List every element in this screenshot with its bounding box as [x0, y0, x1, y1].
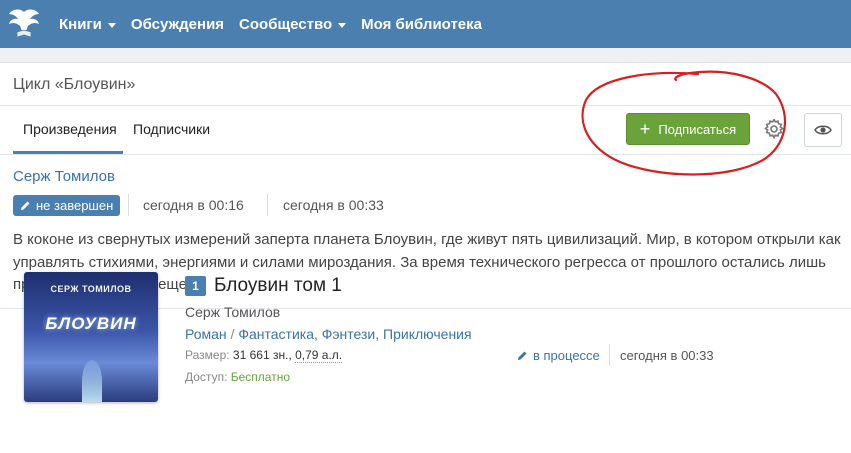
- top-navbar: Книги Обсуждения Сообщество Моя библиоте…: [0, 0, 851, 48]
- divider: [128, 194, 129, 216]
- genre-link[interactable]: Приключения: [383, 326, 472, 342]
- genre-separator: /: [226, 326, 239, 342]
- divider: [0, 105, 851, 106]
- site-logo-icon[interactable]: [4, 4, 44, 44]
- genre-link[interactable]: Фантастика: [238, 326, 314, 342]
- nav-community[interactable]: Сообщество: [239, 16, 347, 33]
- book-genres: Роман / Фантастика, Фэнтези, Приключения: [185, 326, 472, 342]
- cover-title-text: БЛОУВИН: [45, 314, 137, 333]
- created-date: сегодня в 00:16: [143, 197, 244, 213]
- chevron-down-icon: [338, 22, 347, 28]
- subscribe-button[interactable]: + Подписаться: [626, 113, 750, 145]
- eye-icon: [814, 125, 832, 135]
- chevron-down-icon: [107, 22, 116, 28]
- updated-date: сегодня в 00:33: [283, 197, 384, 213]
- page-title: Цикл «Блоувин»: [13, 76, 136, 93]
- divider: [267, 194, 268, 216]
- book-title-link[interactable]: Блоувин том 1: [214, 275, 342, 297]
- size-chars: 31 661 зн.: [232, 348, 289, 362]
- pencil-icon: [518, 351, 527, 360]
- pencil-icon: [21, 201, 30, 210]
- nav-discussions[interactable]: Обсуждения: [131, 16, 224, 33]
- volume-number-badge: 1: [185, 276, 206, 296]
- book-size: Размер: 31 661 зн., 0,79 а.л.: [185, 348, 343, 363]
- status-badge: не завершен: [13, 195, 121, 216]
- divider: [0, 154, 851, 155]
- genre-link[interactable]: Фэнтези: [322, 326, 376, 342]
- visibility-button[interactable]: [804, 113, 842, 147]
- plus-icon: +: [639, 119, 651, 139]
- divider: [609, 344, 610, 366]
- nav-books[interactable]: Книги: [59, 16, 116, 33]
- book-author[interactable]: Серж Томилов: [185, 304, 280, 320]
- cover-author-text: СЕРЖ ТОМИЛОВ: [50, 284, 132, 294]
- book-updated-date: сегодня в 00:33: [620, 348, 714, 363]
- cycle-author-link[interactable]: Серж Томилов: [13, 168, 115, 185]
- cover-art: [82, 360, 102, 402]
- tab-works[interactable]: Произведения: [23, 121, 117, 137]
- size-sheets[interactable]: 0,79 а.л.: [295, 348, 343, 363]
- gear-icon[interactable]: [764, 117, 784, 140]
- tab-subscribers[interactable]: Подписчики: [133, 121, 210, 137]
- access-value: Бесплатно: [230, 370, 291, 384]
- book-access: Доступ: Бесплатно: [185, 370, 291, 384]
- nav-my-library[interactable]: Моя библиотека: [361, 16, 482, 33]
- book-cover[interactable]: СЕРЖ ТОМИЛОВ БЛОУВИН: [24, 272, 158, 402]
- genre-form[interactable]: Роман: [185, 326, 227, 342]
- progress-status-link[interactable]: в процессе: [517, 348, 600, 363]
